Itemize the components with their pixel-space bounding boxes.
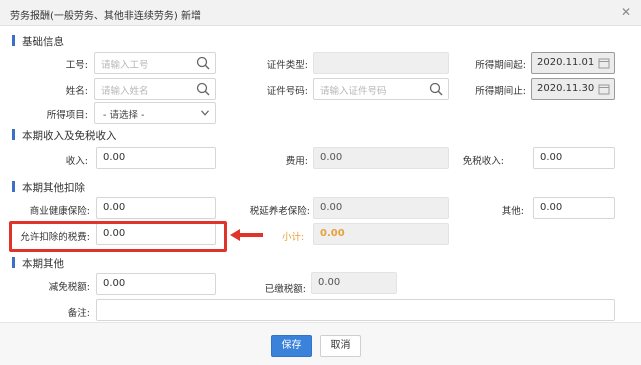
employee-id-label: 工号: <box>65 60 88 71</box>
calendar-icon <box>598 58 610 69</box>
section-title-basic: 基础信息 <box>22 36 64 48</box>
subtotal-label: 小计: <box>282 232 305 243</box>
deferred-pension-field: 0.00 <box>313 197 449 219</box>
dialog-footer: 保存 取消 <box>0 322 641 365</box>
section-marker <box>12 257 15 268</box>
income-label: 收入: <box>65 156 88 167</box>
employee-id-placeholder: 请输入工号 <box>101 60 149 71</box>
deferred-pension-label: 税延养老保险: <box>249 206 310 217</box>
dialog-titlebar: 劳务报酬(一般劳务、其他非连续劳务) 新增 ✕ <box>0 0 641 26</box>
section-marker <box>12 181 15 192</box>
id-type-field <box>313 52 449 74</box>
arrow-left-icon <box>230 229 263 241</box>
section-title-deduct: 本期其他扣除 <box>22 182 85 194</box>
income-item-value: - 请选择 - <box>103 110 145 121</box>
subtotal-field: 0.00 <box>313 223 449 245</box>
tax-free-income-label: 免税收入: <box>462 156 504 167</box>
name-label: 姓名: <box>65 86 88 97</box>
expense-label: 费用: <box>285 156 308 167</box>
id-type-label: 证件类型: <box>266 60 308 71</box>
income-item-select[interactable]: - 请选择 - <box>94 102 216 124</box>
highlight-box <box>9 221 227 252</box>
tax-free-income-input[interactable]: 0.00 <box>533 147 615 169</box>
close-icon[interactable]: ✕ <box>621 5 631 19</box>
health-insurance-label: 商业健康保险: <box>29 206 90 217</box>
paid-tax-field: 0.00 <box>311 272 397 294</box>
period-start-value: 2020.11.01 <box>537 57 595 68</box>
remark-label: 备注: <box>67 308 90 319</box>
health-insurance-input[interactable]: 0.00 <box>96 197 216 219</box>
period-start-date: 2020.11.01 <box>531 52 615 74</box>
calendar-icon <box>598 84 610 95</box>
dialog-title: 劳务报酬(一般劳务、其他非连续劳务) 新增 <box>10 11 201 22</box>
search-icon[interactable] <box>429 82 443 96</box>
period-end-value: 2020.11.30 <box>537 83 595 94</box>
section-marker <box>12 35 15 46</box>
expense-field: 0.00 <box>313 147 449 169</box>
paid-tax-label: 已缴税额: <box>264 284 306 295</box>
subtotal-value: 0.00 <box>320 228 345 239</box>
id-number-input[interactable]: 请输入证件号码 <box>313 78 449 100</box>
period-start-label: 所得期间起: <box>475 60 526 71</box>
tax-reduction-input[interactable]: 0.00 <box>96 273 216 295</box>
save-button[interactable]: 保存 <box>271 335 312 357</box>
tax-reduction-label: 减免税额: <box>48 282 90 293</box>
dialog-body: 基础信息 工号: 请输入工号 证件类型: 所得期间起: 2020.11.01 姓… <box>0 26 641 322</box>
employee-id-input[interactable]: 请输入工号 <box>94 52 216 74</box>
id-number-label: 证件号码: <box>266 86 308 97</box>
search-icon[interactable] <box>196 82 210 96</box>
name-input[interactable]: 请输入姓名 <box>94 78 216 100</box>
income-item-label: 所得项目: <box>46 110 88 121</box>
other-deduction-label: 其他: <box>501 206 524 217</box>
section-title-other: 本期其他 <box>22 258 64 270</box>
section-marker <box>12 129 15 140</box>
name-placeholder: 请输入姓名 <box>101 86 149 97</box>
chevron-down-icon <box>201 110 209 116</box>
period-end-date: 2020.11.30 <box>531 78 615 100</box>
dialog: 劳务报酬(一般劳务、其他非连续劳务) 新增 ✕ 基础信息 工号: 请输入工号 证… <box>0 0 641 365</box>
other-deduction-input[interactable]: 0.00 <box>533 197 615 219</box>
income-input[interactable]: 0.00 <box>96 147 216 169</box>
id-number-placeholder: 请输入证件号码 <box>320 86 387 97</box>
search-icon[interactable] <box>196 56 210 70</box>
cancel-button[interactable]: 取消 <box>320 335 361 357</box>
period-end-label: 所得期间止: <box>475 86 526 97</box>
section-title-income: 本期收入及免税收入 <box>22 130 117 142</box>
remark-input[interactable] <box>96 299 615 321</box>
